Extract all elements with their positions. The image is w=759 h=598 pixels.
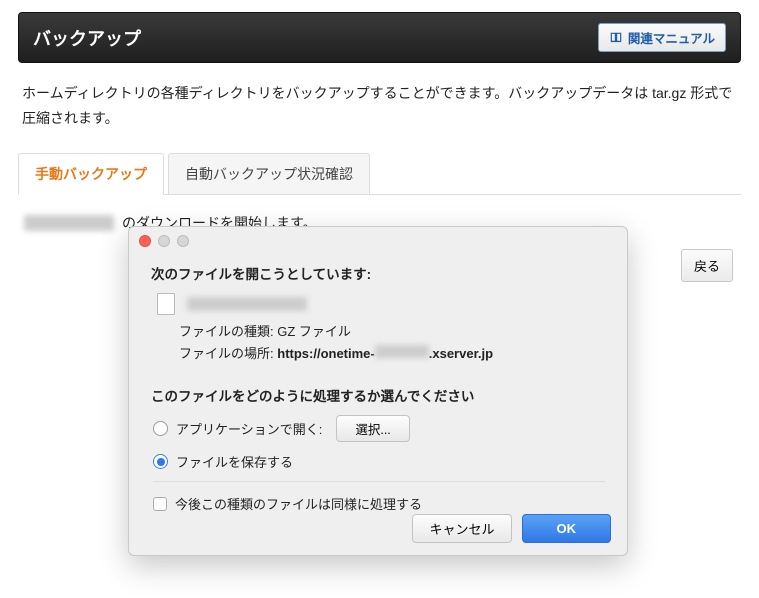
radio-open-with[interactable] (153, 421, 168, 436)
radio-save-file[interactable] (153, 454, 168, 469)
book-icon (609, 31, 623, 45)
redacted-name (24, 215, 114, 231)
dialog-titlebar (129, 227, 627, 255)
redacted-filename (187, 297, 307, 311)
save-file-label: ファイルを保存する (176, 452, 293, 471)
radio-open-with-row[interactable]: アプリケーションで開く: 選択... (153, 415, 605, 442)
radio-save-file-row[interactable]: ファイルを保存する (153, 452, 605, 471)
host-prefix: https://onetime- (277, 346, 375, 361)
filesrc-label: ファイルの場所: (179, 346, 274, 361)
dialog-question: このファイルをどのように処理するか選んでください (151, 385, 605, 405)
remember-choice-label: 今後この種類のファイルは同様に処理する (175, 494, 422, 513)
minimize-icon (158, 235, 170, 247)
filetype-value: GZ ファイル (277, 324, 351, 339)
redacted-host-part (375, 345, 429, 358)
page-description: ホームディレクトリの各種ディレクトリをバックアップすることができます。バックアッ… (22, 81, 737, 131)
related-manual-label: 関連マニュアル (628, 28, 715, 47)
dialog-file-meta: ファイルの種類: GZ ファイル ファイルの場所: https://onetim… (179, 321, 605, 365)
ok-button[interactable]: OK (522, 514, 612, 543)
tab-manual-backup[interactable]: 手動バックアップ (18, 153, 164, 195)
remember-choice-row[interactable]: 今後この種類のファイルは同様に処理する (153, 481, 605, 513)
cancel-button[interactable]: キャンセル (412, 514, 511, 543)
download-dialog: 次のファイルを開こうとしています: ファイルの種類: GZ ファイル ファイルの… (128, 226, 628, 556)
tab-bar: 手動バックアップ 自動バックアップ状況確認 (18, 153, 741, 195)
tab-auto-backup-status[interactable]: 自動バックアップ状況確認 (168, 153, 370, 194)
back-button[interactable]: 戻る (681, 249, 733, 282)
close-icon[interactable] (139, 235, 151, 247)
page-header-bar: バックアップ 関連マニュアル (18, 12, 741, 63)
remember-choice-checkbox[interactable] (153, 497, 167, 511)
related-manual-button[interactable]: 関連マニュアル (598, 23, 726, 52)
select-app-button[interactable]: 選択... (336, 415, 409, 442)
zoom-icon (177, 235, 189, 247)
open-with-label: アプリケーションで開く: (176, 419, 322, 438)
page-title: バックアップ (33, 25, 141, 51)
dialog-footer: キャンセル OK (412, 514, 611, 543)
dialog-heading: 次のファイルを開こうとしています: (151, 263, 605, 283)
filetype-label: ファイルの種類: (179, 324, 274, 339)
dialog-file-row (157, 293, 605, 315)
file-icon (157, 293, 175, 315)
host-suffix: .xserver.jp (429, 346, 493, 361)
